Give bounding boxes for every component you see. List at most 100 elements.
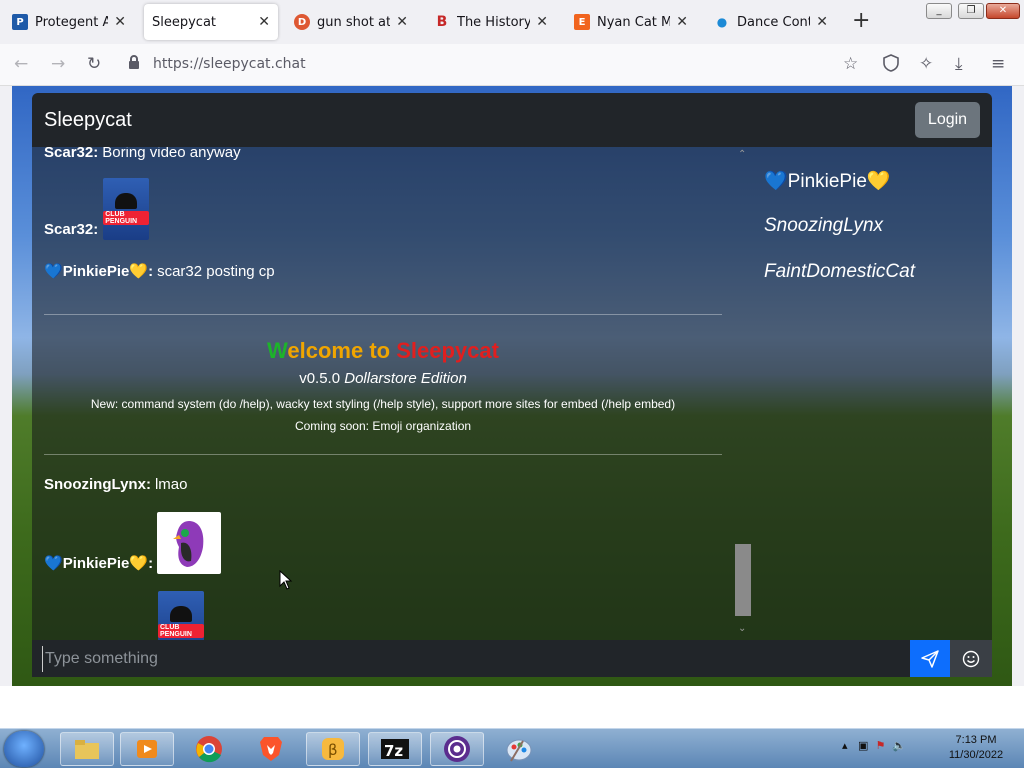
emoji-button[interactable]	[950, 640, 992, 677]
yellow-heart-icon: 💛	[866, 171, 891, 192]
close-tab-icon[interactable]: ✕	[258, 14, 270, 30]
close-window-button[interactable]: ✕	[986, 3, 1020, 19]
tab-history[interactable]: B The History Of ✕	[426, 4, 556, 40]
chat-message: 💙 PinkiePie 💛 :	[44, 512, 222, 574]
tab-title: Sleepycat	[152, 14, 217, 30]
online-user[interactable]: FaintDomesticCat	[764, 261, 915, 283]
edition-name: Dollarstore Edition	[344, 370, 467, 387]
page-viewport: Sleepycat Login Scar32: Boring video any…	[12, 86, 1012, 686]
mouse-cursor-icon	[279, 570, 293, 590]
media-player-taskbar-icon[interactable]	[120, 732, 174, 766]
welcome-banner: Welcome to Sleepycat v0.5.0 Dollarstore …	[44, 338, 722, 433]
message-input[interactable]	[42, 646, 902, 672]
back-icon[interactable]: ←	[14, 54, 28, 74]
message-colon: :	[148, 555, 154, 572]
online-user[interactable]: 💙PinkiePie💛	[764, 169, 891, 193]
scroll-down-arrow-icon[interactable]: ⌄	[738, 623, 746, 634]
welcome-title-part: W	[267, 338, 288, 363]
browser-nav-bar: ← → ↻ https://sleepycat.chat ☆ ✧ ⤓ ≡	[0, 44, 1024, 86]
blue-heart-icon: 💙	[44, 555, 63, 572]
smiley-icon	[962, 650, 980, 667]
divider	[44, 454, 722, 455]
version-line: v0.5.0 Dollarstore Edition	[44, 370, 722, 387]
clock-time: 7:13 PM	[955, 734, 997, 746]
download-icon[interactable]: ⤓	[955, 54, 963, 74]
tab-dance-contest[interactable]: ● Dance Contest | ✕	[706, 4, 836, 40]
network-icon[interactable]: ▣	[858, 739, 868, 752]
bitcoin-wallet-taskbar-icon[interactable]: β	[306, 732, 360, 766]
yellow-heart-icon: 💛	[129, 263, 149, 280]
tray-expand-icon[interactable]: ▴	[842, 739, 848, 752]
brand-title[interactable]: Sleepycat	[44, 109, 132, 132]
close-tab-icon[interactable]: ✕	[114, 14, 126, 30]
tab-sleepycat[interactable]: Sleepycat ✕	[144, 4, 278, 40]
svg-text:β: β	[328, 741, 338, 759]
paint-taskbar-icon[interactable]	[492, 732, 546, 766]
message-text: lmao	[154, 476, 188, 493]
close-tab-icon[interactable]: ✕	[396, 14, 408, 30]
close-tab-icon[interactable]: ✕	[816, 14, 828, 30]
menu-icon[interactable]: ≡	[991, 54, 1005, 74]
forward-icon[interactable]: →	[51, 54, 65, 74]
tab-etsy[interactable]: E Nyan Cat Mug ✕	[566, 4, 696, 40]
tab-protegent[interactable]: P Protegent Antivi ✕	[4, 4, 134, 40]
taskbar-clock[interactable]: 7:13 PM 11/30/2022	[940, 733, 1012, 763]
tab-title: Protegent Antivi	[35, 14, 109, 30]
etsy-icon: E	[574, 14, 590, 30]
login-button[interactable]: Login	[915, 102, 980, 138]
chat-message: 💙 PinkiePie 💛 : scar32 posting cp	[44, 262, 275, 280]
address-bar[interactable]: https://sleepycat.chat	[153, 56, 306, 72]
chrome-taskbar-icon[interactable]	[182, 732, 236, 766]
close-tab-icon[interactable]: ✕	[536, 14, 548, 30]
online-users-panel: 💙PinkiePie💛 SnoozingLynx FaintDomesticCa…	[754, 147, 992, 640]
welcome-title-part: Sleepycat	[396, 338, 499, 363]
shield-logo-icon: P	[12, 14, 28, 30]
chat-message: Scar32: Boring video anyway	[44, 147, 241, 161]
shield-icon[interactable]	[883, 54, 899, 77]
bookmark-star-icon[interactable]: ☆	[843, 54, 858, 74]
sleepycat-app: Sleepycat Login Scar32: Boring video any…	[32, 93, 992, 677]
scrollbar-thumb[interactable]	[735, 544, 751, 616]
extensions-icon[interactable]: ✧	[919, 54, 933, 74]
tab-duckduckgo[interactable]: D gun shot at Duc ✕	[286, 4, 416, 40]
message-input-bar	[32, 640, 992, 677]
maximize-button[interactable]: ❐	[958, 3, 984, 19]
lock-icon	[127, 54, 141, 76]
brave-taskbar-icon[interactable]	[244, 732, 298, 766]
close-tab-icon[interactable]: ✕	[676, 14, 688, 30]
volume-icon[interactable]: 🔈	[892, 739, 906, 752]
message-text: scar32 posting cp	[157, 263, 275, 280]
chat-message: SnoozingLynx: lmao	[44, 476, 187, 493]
action-center-flag-icon[interactable]: ⚑	[875, 739, 885, 752]
send-button[interactable]	[910, 640, 950, 677]
reload-icon[interactable]: ↻	[87, 54, 101, 74]
dot-icon: ●	[716, 15, 728, 29]
welcome-title: Welcome to Sleepycat	[44, 338, 722, 364]
browser-tab-bar: P Protegent Antivi ✕ Sleepycat ✕ D gun s…	[0, 0, 1024, 44]
system-tray: ▴ ▣ ⚑ 🔈	[842, 739, 906, 752]
explorer-taskbar-icon[interactable]	[60, 732, 114, 766]
7zip-taskbar-icon[interactable]: 7z	[368, 732, 422, 766]
message-username: Scar32:	[44, 221, 99, 238]
b-icon: B	[436, 14, 448, 30]
message-username: Scar32:	[44, 147, 99, 161]
new-tab-icon[interactable]: +	[852, 10, 870, 32]
blue-heart-icon: 💙	[764, 171, 788, 192]
online-user[interactable]: SnoozingLynx	[764, 215, 883, 237]
start-button[interactable]	[4, 731, 44, 767]
app-header: Sleepycat Login	[32, 93, 992, 147]
image-caption: CLUB PENGUIN	[158, 624, 204, 638]
scroll-up-arrow-icon[interactable]: ⌃	[738, 149, 746, 160]
duckduckgo-icon: D	[294, 14, 310, 30]
chat-scrollbar[interactable]: ⌃ ⌄	[732, 147, 754, 640]
divider	[44, 314, 722, 315]
version-number: v0.5.0	[299, 370, 341, 387]
tor-taskbar-icon[interactable]	[430, 732, 484, 766]
message-text: Boring video anyway	[102, 147, 241, 161]
tab-title: gun shot at Duc	[317, 14, 391, 30]
minimize-button[interactable]: _	[926, 3, 952, 19]
club-penguin-logo-image: CLUB PENGUIN	[103, 178, 150, 240]
blue-heart-icon: 💙	[44, 263, 63, 280]
send-icon	[921, 649, 939, 668]
welcome-title-part: elcome	[287, 338, 364, 363]
